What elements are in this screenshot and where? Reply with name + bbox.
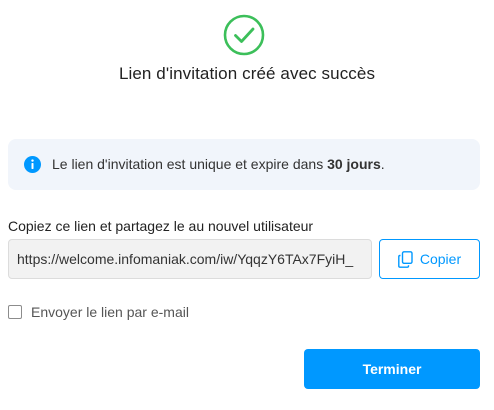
send-email-checkbox[interactable] (8, 305, 22, 319)
copy-icon (397, 250, 413, 268)
info-banner: Le lien d'invitation est unique et expir… (8, 139, 480, 190)
info-icon (24, 156, 41, 173)
invitation-link-field[interactable] (8, 239, 372, 279)
send-email-option[interactable]: Envoyer le lien par e-mail (8, 304, 189, 320)
link-label: Copiez ce lien et partagez le au nouvel … (8, 218, 314, 234)
send-email-label: Envoyer le lien par e-mail (31, 304, 189, 320)
check-circle-icon (223, 14, 265, 56)
copy-button-label: Copier (419, 251, 462, 267)
dialog-title: Lien d'invitation créé avec succès (118, 64, 376, 83)
info-text-prefix: Le lien d'invitation est unique et expir… (52, 156, 328, 172)
copy-button[interactable]: Copier (379, 239, 480, 279)
info-text: Le lien d'invitation est unique et expir… (52, 156, 385, 172)
info-text-duration: 30 jours (327, 156, 381, 172)
info-text-suffix: . (380, 156, 385, 172)
finish-button[interactable]: Terminer (304, 349, 480, 389)
